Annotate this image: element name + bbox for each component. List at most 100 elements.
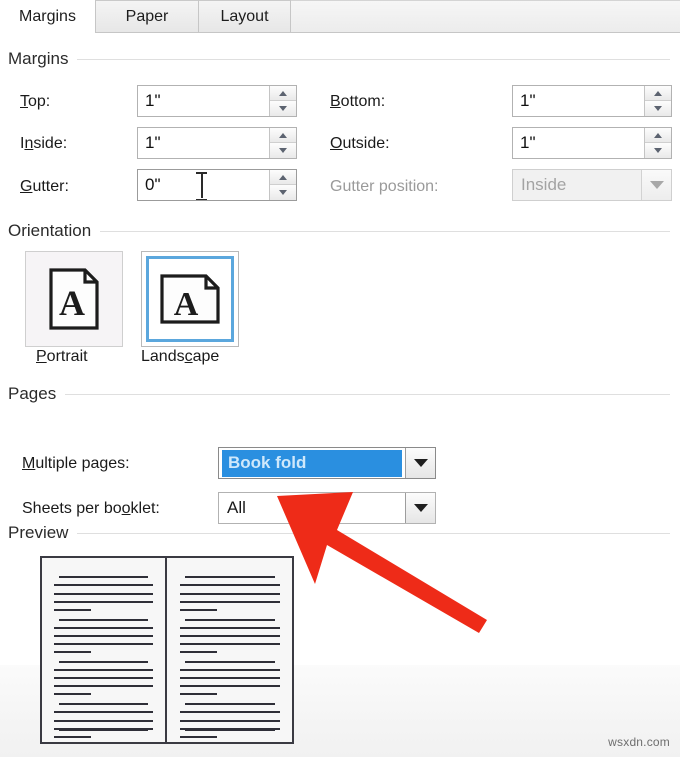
group-rule-pages xyxy=(65,393,670,395)
preview-text-line xyxy=(54,651,92,654)
preview-text-line xyxy=(184,729,275,732)
bottom-margin-increment-button[interactable] xyxy=(645,86,671,101)
inside-margin-spinner[interactable]: 1" xyxy=(137,127,297,159)
multiple-pages-combo[interactable]: Book fold xyxy=(218,447,436,479)
orientation-label-portrait: Portrait xyxy=(36,348,88,366)
gutter-margin-spinner[interactable]: 0" xyxy=(137,169,297,201)
orientation-option-portrait[interactable]: A xyxy=(25,251,123,347)
preview-text-line xyxy=(59,661,148,664)
chevron-down-icon xyxy=(649,181,664,189)
label-sheets-per-booklet: Sheets per booklet: xyxy=(22,500,160,518)
preview-text-line xyxy=(179,651,217,654)
outside-margin-spinner[interactable]: 1" xyxy=(512,127,672,159)
preview-text-line xyxy=(184,576,275,579)
group-rule-orientation xyxy=(100,230,670,232)
inside-margin-increment-button[interactable] xyxy=(270,128,296,143)
preview-text-line xyxy=(59,703,148,706)
preview-text-line xyxy=(54,711,153,714)
orientation-label-portrait-text: Portrait xyxy=(36,348,88,365)
group-rule-preview xyxy=(77,532,670,534)
group-header-margins: Margins xyxy=(0,48,680,70)
bottom-margin-spin-buttons xyxy=(644,86,671,116)
top-margin-increment-button[interactable] xyxy=(270,86,296,101)
preview-page-right xyxy=(167,558,292,742)
label-top-text: Top: xyxy=(20,93,51,110)
triangle-up-icon xyxy=(654,90,662,96)
triangle-down-icon xyxy=(654,148,662,153)
multiple-pages-value[interactable]: Book fold xyxy=(222,449,402,477)
triangle-down-icon xyxy=(279,148,287,153)
inside-margin-decrement-button[interactable] xyxy=(270,143,296,158)
triangle-down-icon xyxy=(654,106,662,111)
tab-margins[interactable]: Margins xyxy=(0,0,96,33)
label-multiple-pages-text: Multiple pages: xyxy=(22,455,130,472)
landscape-page-svg: A xyxy=(160,274,220,324)
gutter-margin-decrement-button[interactable] xyxy=(270,185,296,200)
sheets-per-booklet-combo[interactable]: All xyxy=(218,492,436,524)
preview-text-line xyxy=(179,626,280,629)
label-multiple-pages: Multiple pages: xyxy=(22,455,130,473)
preview-text-line xyxy=(54,626,153,629)
group-label-pages: Pages xyxy=(8,384,57,403)
preview-text-line xyxy=(54,669,153,672)
top-margin-spin-buttons xyxy=(269,86,296,116)
orientation-label-landscape: Landscape xyxy=(141,348,219,366)
bottom-margin-spinner[interactable]: 1" xyxy=(512,85,672,117)
triangle-up-icon xyxy=(279,132,287,138)
triangle-up-icon xyxy=(279,90,287,96)
group-label-orientation: Orientation xyxy=(8,221,92,240)
preview-text-line xyxy=(179,608,217,611)
inside-margin-value[interactable]: 1" xyxy=(138,128,269,158)
preview-text-line xyxy=(179,592,280,595)
gutter-margin-value[interactable]: 0" xyxy=(138,170,269,200)
preview-text-line xyxy=(54,600,153,603)
bottom-margin-decrement-button[interactable] xyxy=(645,101,671,116)
preview-text-line xyxy=(54,685,153,688)
inside-margin-spin-buttons xyxy=(269,128,296,158)
triangle-up-icon xyxy=(654,132,662,138)
top-margin-spinner[interactable]: 1" xyxy=(137,85,297,117)
tab-paper-label: Paper xyxy=(125,7,169,25)
multiple-pages-dropdown-button[interactable] xyxy=(405,448,435,478)
group-header-orientation: Orientation xyxy=(0,220,680,242)
preview-text-line xyxy=(54,592,153,595)
group-label-margins: Margins xyxy=(8,49,69,68)
triangle-down-icon xyxy=(279,190,287,195)
bottom-margin-value[interactable]: 1" xyxy=(513,86,644,116)
group-rule-margins xyxy=(77,58,670,60)
outside-margin-spin-buttons xyxy=(644,128,671,158)
top-margin-value[interactable]: 1" xyxy=(138,86,269,116)
sheets-per-booklet-value[interactable]: All xyxy=(219,493,405,523)
preview-text-line xyxy=(179,584,280,587)
landscape-page-icon: A xyxy=(159,273,221,325)
chevron-down-icon xyxy=(413,504,428,512)
preview-book-spread xyxy=(40,556,294,744)
label-bottom: Bottom: xyxy=(330,93,385,111)
preview-text-line xyxy=(59,729,148,732)
preview-text-line xyxy=(179,634,280,637)
tab-layout[interactable]: Layout xyxy=(199,0,291,33)
outside-margin-increment-button[interactable] xyxy=(645,128,671,143)
orientation-option-landscape[interactable]: A xyxy=(141,251,239,347)
top-margin-decrement-button[interactable] xyxy=(270,101,296,116)
gutter-position-dropdown-button xyxy=(641,170,671,200)
outside-margin-value[interactable]: 1" xyxy=(513,128,644,158)
preview-text-line xyxy=(179,669,280,672)
preview-page-left xyxy=(42,558,167,742)
gutter-position-value: Inside xyxy=(521,175,567,194)
label-gutter-text: Gutter: xyxy=(20,178,69,195)
tab-paper[interactable]: Paper xyxy=(96,0,199,33)
svg-text:A: A xyxy=(174,286,199,323)
label-inside: Inside: xyxy=(20,135,67,153)
gutter-margin-increment-button[interactable] xyxy=(270,170,296,185)
preview-text-line xyxy=(179,677,280,680)
label-gutter-position: Gutter position: xyxy=(330,178,439,196)
preview-text-line xyxy=(184,618,275,621)
triangle-up-icon xyxy=(279,174,287,180)
group-header-pages: Pages xyxy=(0,383,680,405)
sheets-per-booklet-dropdown-button[interactable] xyxy=(405,493,435,523)
multiple-pages-value-wrap[interactable]: Book fold xyxy=(219,448,405,478)
svg-text:A: A xyxy=(59,283,85,323)
outside-margin-decrement-button[interactable] xyxy=(645,143,671,158)
preview-text-line xyxy=(184,703,275,706)
